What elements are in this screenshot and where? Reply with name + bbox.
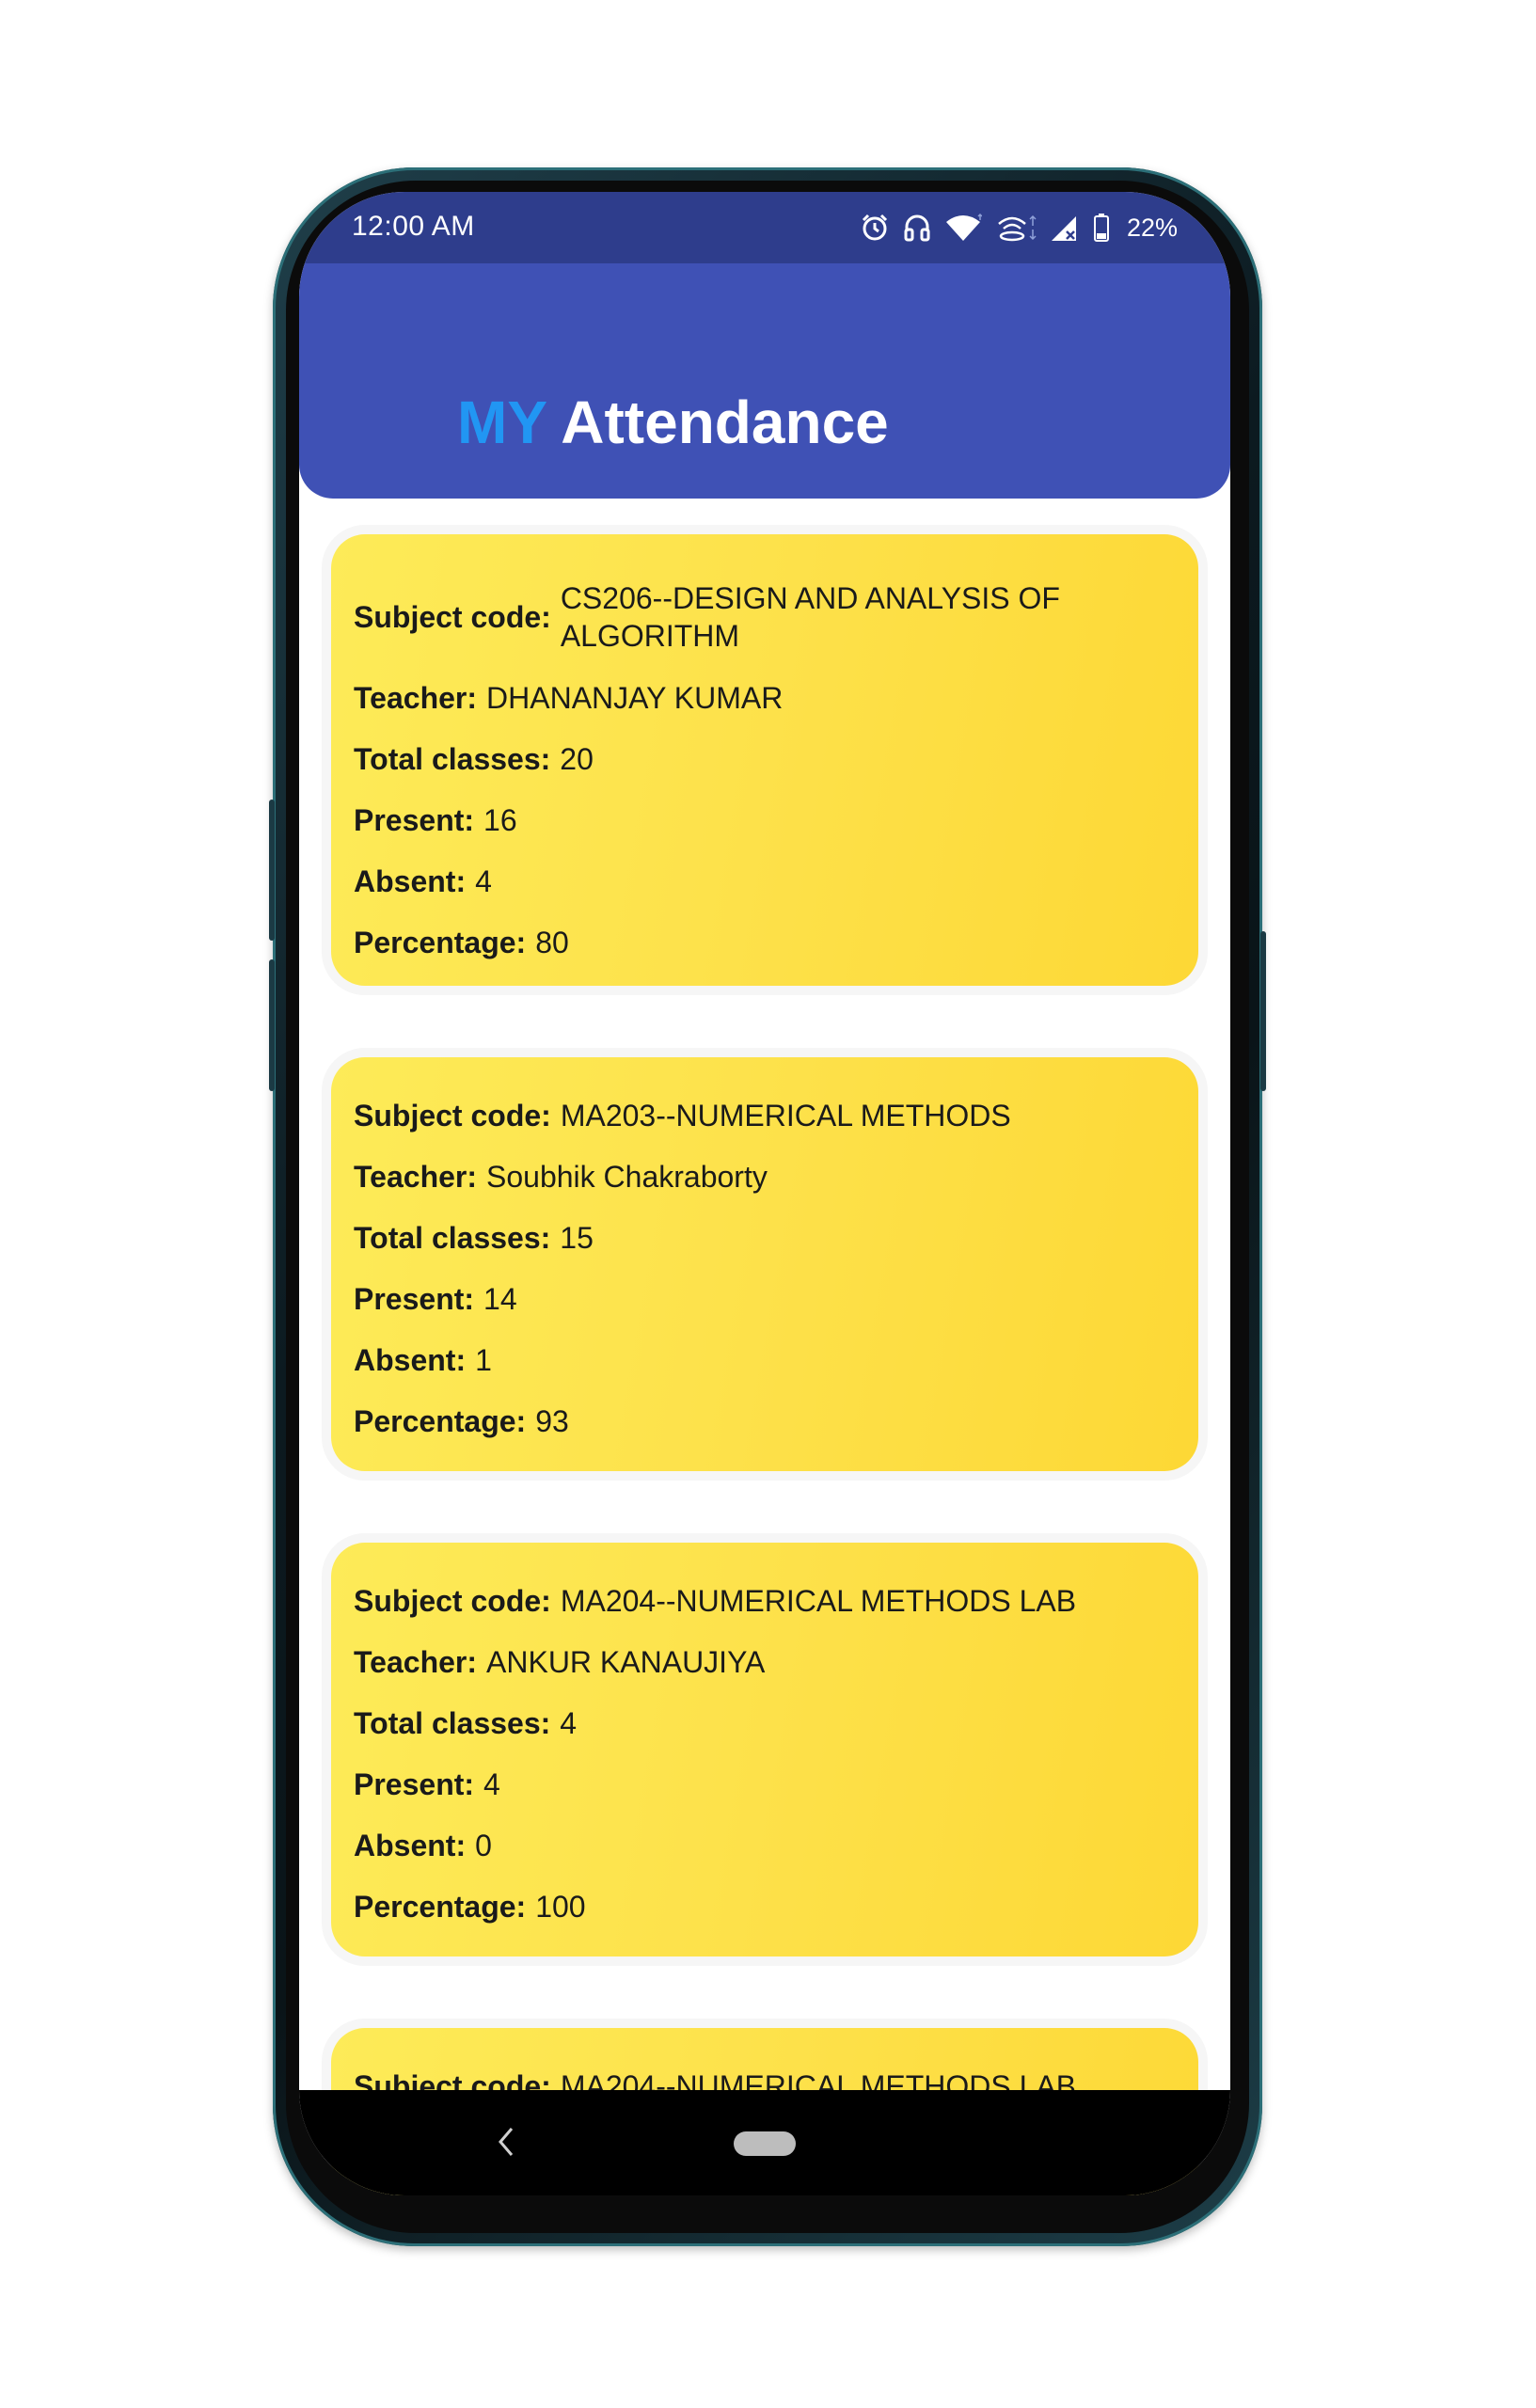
alarm-icon [862, 214, 888, 241]
teacher-value: DHANANJAY KUMAR [486, 681, 784, 715]
absent-row: Absent: 4 [354, 863, 1176, 900]
total-classes-label: Total classes: [354, 742, 551, 776]
subject-code-value: MA203--NUMERICAL METHODS [560, 1099, 1011, 1133]
teacher-row: Teacher: Soubhik Chakraborty [354, 1158, 1176, 1196]
absent-value: 1 [475, 1343, 492, 1377]
signal-icon [1051, 216, 1076, 241]
page: 12:00 AM 22% MY Attendance Subject code:… [0, 0, 1536, 2408]
teacher-label: Teacher: [354, 1160, 478, 1194]
app-bar: MY Attendance [299, 263, 1230, 499]
status-bar: 12:00 AM 22% [299, 192, 1230, 263]
total-classes-value: 15 [560, 1221, 594, 1255]
absent-row: Absent: 0 [354, 1827, 1176, 1864]
teacher-label: Teacher: [354, 1645, 478, 1679]
battery-percentage: 22% [1126, 213, 1178, 242]
app-title-prefix: MY [457, 388, 546, 456]
total-classes-label: Total classes: [354, 1706, 551, 1740]
total-classes-row: Total classes: 4 [354, 1704, 1176, 1742]
present-value: 4 [483, 1767, 500, 1801]
absent-row: Absent: 1 [354, 1341, 1176, 1379]
headset-icon [904, 214, 930, 242]
percentage-label: Percentage: [354, 1890, 527, 1924]
teacher-value: Soubhik Chakraborty [486, 1160, 768, 1194]
percentage-row: Percentage: 93 [354, 1402, 1176, 1440]
percentage-value: 80 [535, 926, 569, 959]
percentage-value: 100 [535, 1890, 586, 1924]
present-label: Present: [354, 803, 475, 837]
teacher-label: Teacher: [354, 681, 478, 715]
status-icons: 22% [860, 207, 1178, 248]
attendance-card[interactable]: Subject code: MA203--NUMERICAL METHODS T… [331, 1057, 1198, 1471]
subject-code-row: Subject code: MA204--NUMERICAL METHODS L… [354, 1582, 1176, 1620]
subject-code-value: MA204--NUMERICAL METHODS LAB [560, 1584, 1077, 1618]
home-pill-icon[interactable] [734, 2131, 796, 2156]
hotspot-icon [998, 214, 1037, 242]
attendance-list[interactable]: Subject code: CS206--DESIGN AND ANALYSIS… [299, 499, 1230, 2195]
present-label: Present: [354, 1282, 475, 1316]
absent-label: Absent: [354, 1343, 467, 1377]
status-time: 12:00 AM [352, 211, 475, 242]
teacher-row: Teacher: DHANANJAY KUMAR [354, 679, 1176, 717]
absent-value: 0 [475, 1829, 492, 1862]
present-row: Present: 14 [354, 1280, 1176, 1318]
percentage-row: Percentage: 80 [354, 924, 1176, 961]
present-row: Present: 16 [354, 801, 1176, 839]
present-row: Present: 4 [354, 1766, 1176, 1803]
absent-label: Absent: [354, 1829, 467, 1862]
battery-icon [1093, 214, 1109, 242]
wifi-icon [945, 213, 982, 241]
subject-code-label: Subject code: [354, 1584, 551, 1618]
back-button[interactable] [487, 2118, 525, 2165]
app-title: MY Attendance [457, 388, 889, 457]
power-button [269, 959, 275, 1091]
total-classes-value: 4 [560, 1706, 578, 1740]
total-classes-label: Total classes: [354, 1221, 551, 1255]
teacher-value: ANKUR KANAUJIYA [486, 1645, 766, 1679]
present-label: Present: [354, 1767, 475, 1801]
present-value: 16 [483, 803, 517, 837]
percentage-row: Percentage: 100 [354, 1888, 1176, 1925]
subject-code-row: Subject code: CS206--DESIGN AND ANALYSIS… [354, 579, 1176, 655]
total-classes-row: Total classes: 20 [354, 740, 1176, 778]
teacher-row: Teacher: ANKUR KANAUJIYA [354, 1643, 1176, 1681]
app-title-main: Attendance [561, 388, 889, 456]
attendance-card[interactable]: Subject code: CS206--DESIGN AND ANALYSIS… [331, 534, 1198, 986]
present-value: 14 [483, 1282, 517, 1316]
phone-screen: 12:00 AM 22% MY Attendance Subject code:… [299, 192, 1230, 2195]
attendance-card[interactable]: Subject code: MA204--NUMERICAL METHODS L… [331, 1543, 1198, 1956]
subject-code-label: Subject code: [354, 600, 551, 634]
percentage-value: 93 [535, 1404, 569, 1438]
total-classes-row: Total classes: 15 [354, 1219, 1176, 1257]
absent-label: Absent: [354, 864, 467, 898]
absent-value: 4 [475, 864, 492, 898]
navigation-bar [299, 2090, 1230, 2195]
subject-code-row: Subject code: MA203--NUMERICAL METHODS [354, 1097, 1176, 1134]
total-classes-value: 20 [560, 742, 594, 776]
back-icon [499, 2128, 514, 2156]
percentage-label: Percentage: [354, 926, 527, 959]
percentage-label: Percentage: [354, 1404, 527, 1438]
subject-code-label: Subject code: [354, 1099, 551, 1133]
volume-button [269, 800, 275, 941]
subject-code-value: CS206--DESIGN AND ANALYSIS OF ALGORITHM [560, 581, 1060, 653]
side-button [1260, 931, 1266, 1091]
